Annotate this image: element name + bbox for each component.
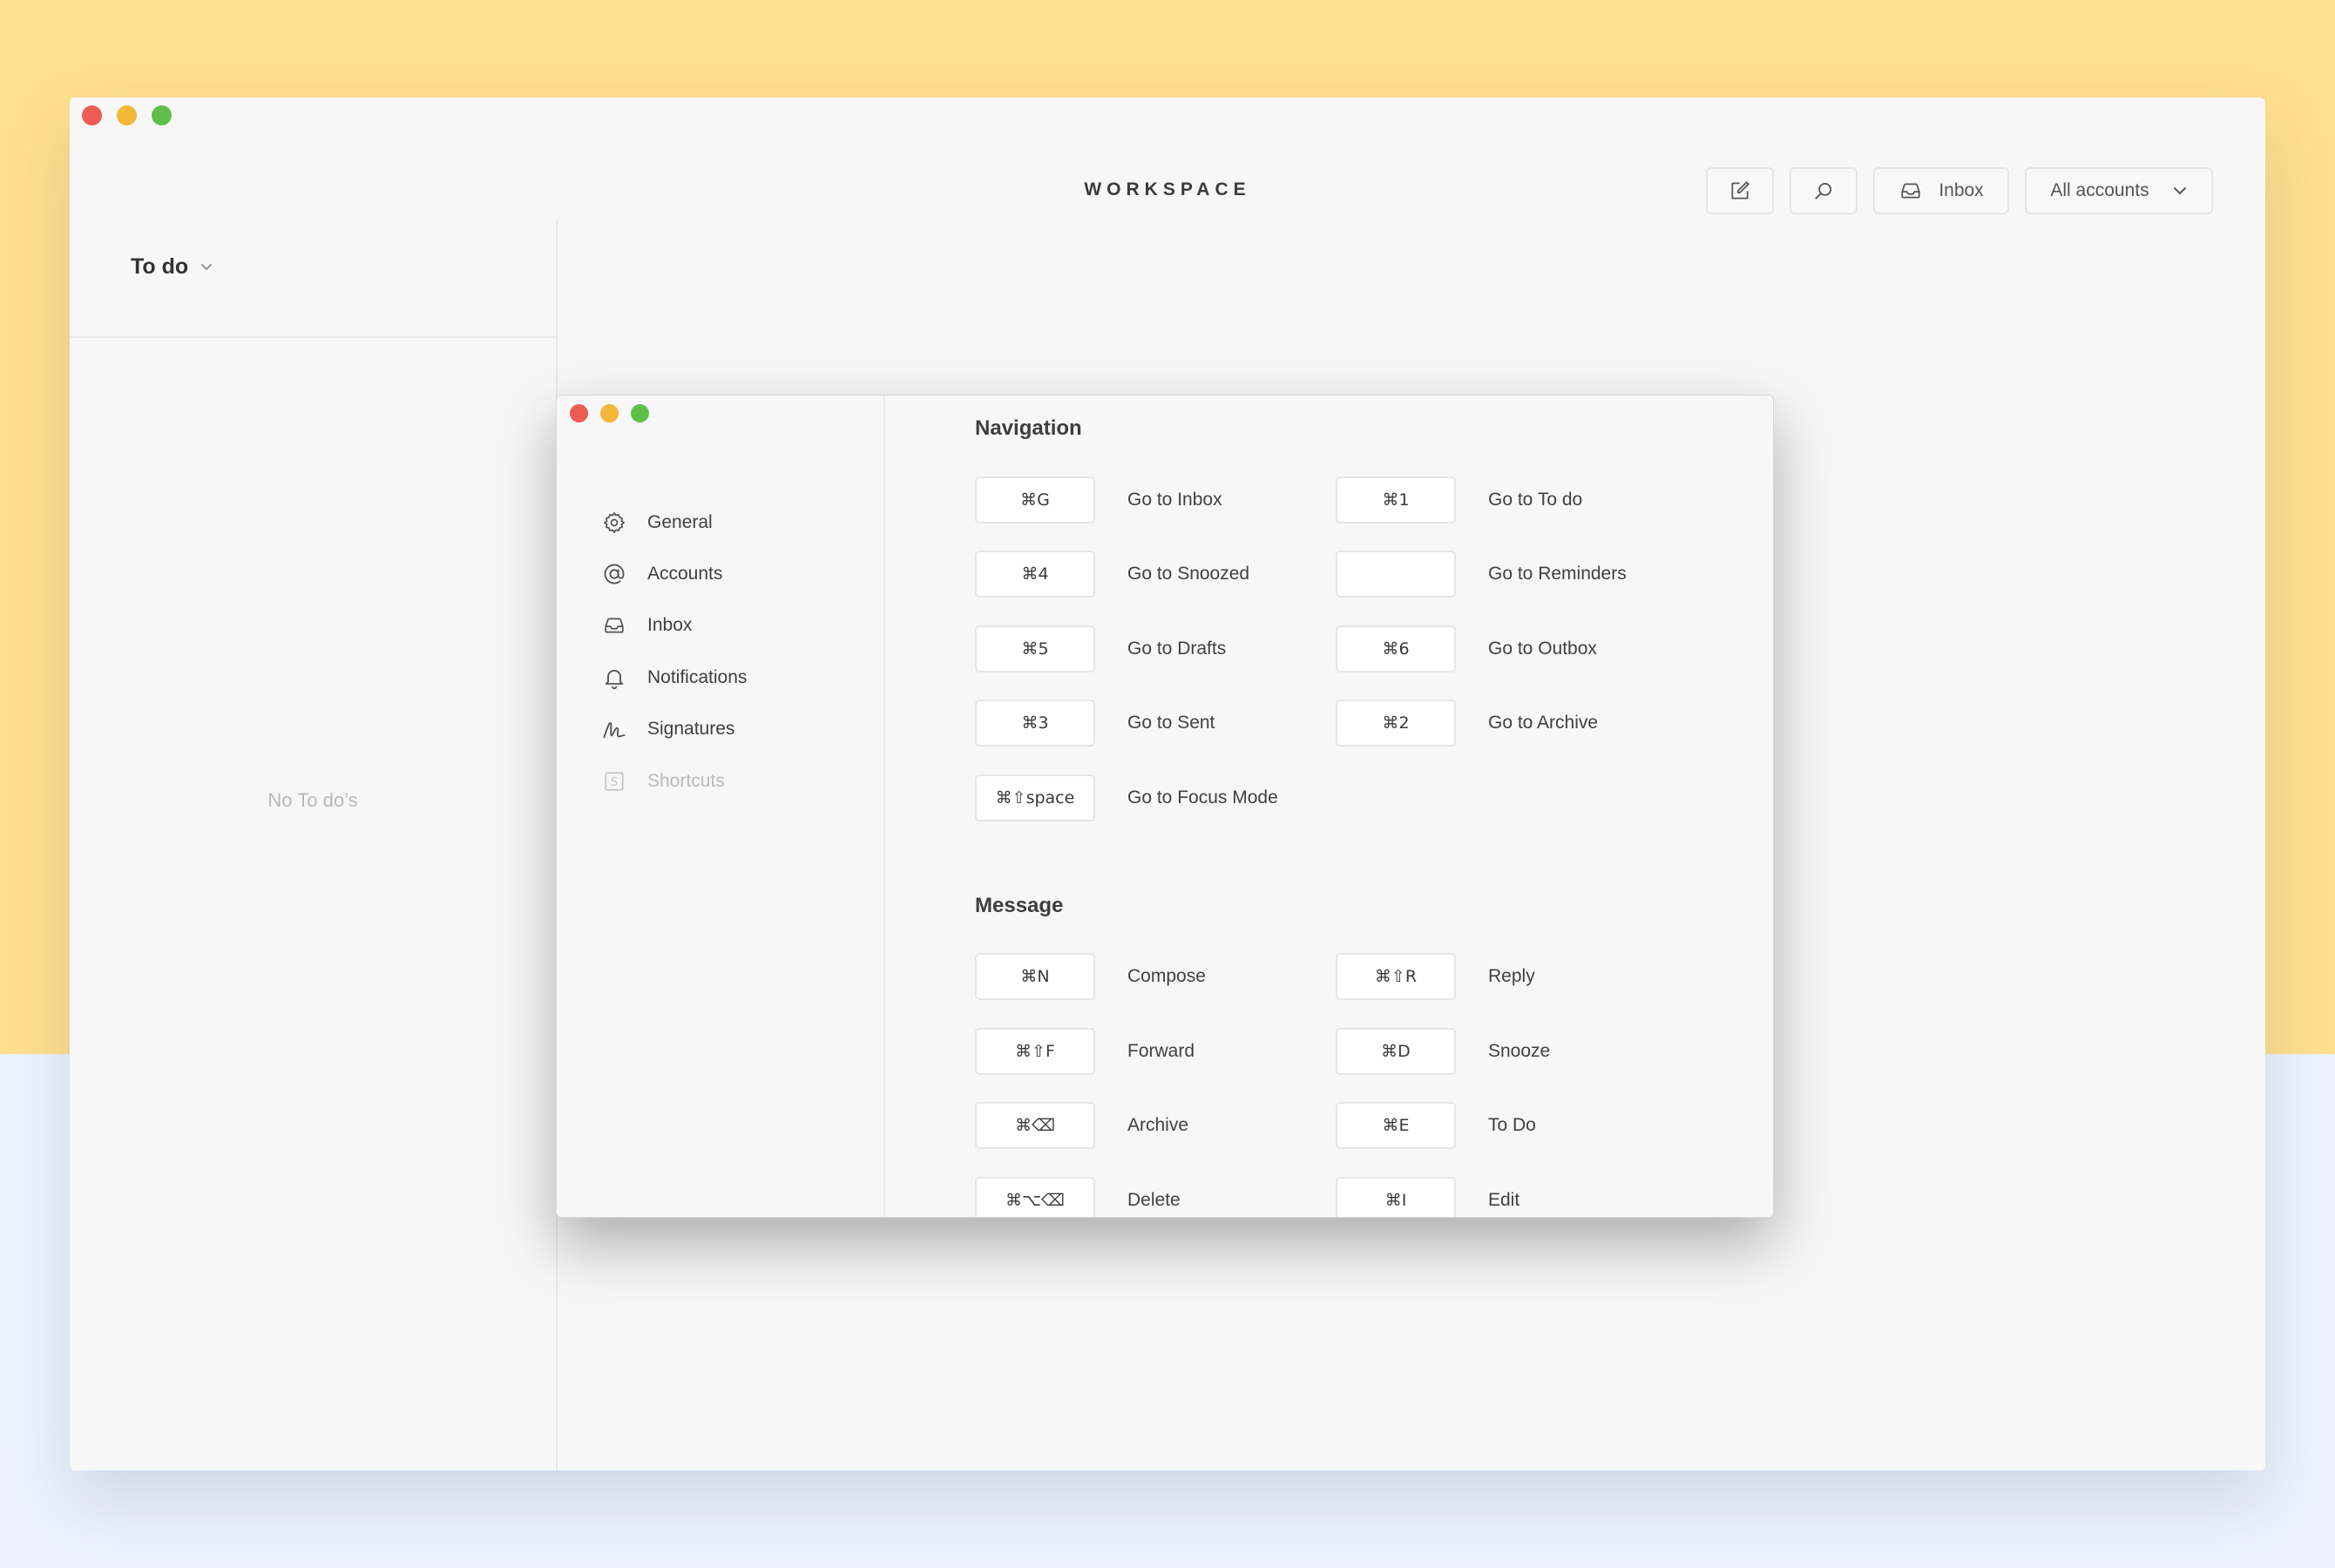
accounts-dropdown[interactable]: All accounts [2025,167,2213,214]
shortcut-row: ⌘⇧space Go to Focus Mode [975,774,1724,821]
shortcut-key[interactable]: ⌘4 [975,551,1095,598]
signature-icon [600,715,628,743]
shortcut-key[interactable]: ⌘5 [975,625,1095,672]
shortcut-label: To Do [1488,1115,1536,1135]
shortcut-row: ⌘4 Go to Snoozed Go to Reminders [975,551,1724,598]
shortcut-icon: S [600,767,628,795]
shortcut-row: ⌘5 Go to Drafts ⌘6 Go to Outbox [975,625,1724,672]
shortcut-label: Edit [1488,1190,1520,1210]
shortcut-label: Go to Sent [1127,713,1215,733]
shortcut-row: ⌘⇧F Forward ⌘D Snooze [975,1028,1724,1075]
at-icon [600,560,628,588]
shortcut-key[interactable]: ⌘⌫ [975,1102,1095,1149]
section-title-message: Message [975,894,1064,917]
shortcut-label: Go to Archive [1488,713,1599,733]
toolbar: Inbox All accounts [1706,167,2213,214]
shortcut-row: ⌘3 Go to Sent ⌘2 Go to Archive [975,700,1724,747]
nav-item-signatures[interactable]: Signatures [600,704,747,755]
window-controls [82,105,172,125]
shortcut-label: Go to Focus Mode [1127,787,1278,808]
nav-item-general[interactable]: General [600,497,747,548]
shortcut-key[interactable]: ⌘⌥⌫ [975,1177,1095,1217]
shortcut-key[interactable]: ⌘⇧space [975,774,1095,821]
nav-item-label: Inbox [647,615,693,636]
shortcut-label: Go to Inbox [1127,490,1222,510]
accounts-dropdown-label: All accounts [2050,180,2149,200]
shortcut-row: ⌘G Go to Inbox ⌘1 Go to To do [975,476,1724,524]
inbox-icon [600,612,628,639]
minimize-window-button[interactable] [117,105,137,125]
shortcut-key[interactable]: ⌘G [975,476,1095,524]
chevron-down-icon [199,262,214,273]
shortcut-key[interactable]: ⌘N [975,953,1095,1000]
shortcut-key[interactable]: ⌘6 [1336,625,1456,672]
todo-pane: To do No To do’s [70,220,558,1470]
compose-icon [1729,179,1751,202]
empty-state-text: No To do’s [267,789,358,811]
shortcut-label: Forward [1127,1041,1195,1061]
preferences-sidebar: General Accounts Inbox Notifications Sig… [557,395,885,1217]
preferences-window: General Accounts Inbox Notifications Sig… [556,395,1774,1218]
divider [70,336,556,338]
shortcut-label: Archive [1127,1115,1189,1135]
shortcut-key[interactable]: ⌘D [1336,1028,1456,1075]
inbox-button-label: Inbox [1939,180,1984,200]
compose-button[interactable] [1706,167,1774,214]
nav-item-label: Shortcuts [647,770,725,791]
inbox-icon [1898,179,1923,202]
search-icon [1812,179,1835,202]
todo-header-label: To do [131,254,189,279]
shortcut-label: Go to Snoozed [1127,564,1250,584]
shortcut-key[interactable]: ⌘3 [975,700,1095,747]
nav-item-notifications[interactable]: Notifications [600,652,747,703]
shortcuts-panel: Navigation ⌘G Go to Inbox ⌘1 Go to To do… [975,395,1759,1217]
search-button[interactable] [1790,167,1858,214]
shortcut-label: Snooze [1488,1041,1551,1061]
shortcut-key[interactable] [1336,551,1456,598]
gear-icon [600,509,628,537]
svg-text:S: S [611,776,618,789]
nav-item-label: Signatures [647,719,735,740]
shortcut-label: Go to To do [1488,490,1583,510]
chevron-down-icon [2172,186,2188,196]
shortcut-label: Delete [1127,1190,1181,1210]
shortcut-key[interactable]: ⌘2 [1336,700,1456,747]
shortcut-label: Go to Outbox [1488,639,1597,659]
shortcut-key[interactable]: ⌘E [1336,1102,1456,1149]
bell-icon [600,664,628,692]
inbox-button[interactable]: Inbox [1873,167,2009,214]
shortcut-label: Go to Reminders [1488,564,1627,584]
shortcut-key[interactable]: ⌘⇧F [975,1028,1095,1075]
shortcut-row: ⌘⌫ Archive ⌘E To Do [975,1102,1724,1149]
shortcut-label: Compose [1127,966,1206,986]
section-title-navigation: Navigation [975,416,1082,440]
todo-list-selector[interactable]: To do [131,254,214,280]
zoom-window-button[interactable] [152,105,172,125]
nav-item-label: Notifications [647,666,748,687]
nav-item-label: Accounts [647,564,723,585]
shortcut-row: ⌘N Compose ⌘⇧R Reply [975,953,1724,1000]
shortcut-label: Reply [1488,966,1535,986]
nav-item-shortcuts[interactable]: S Shortcuts [600,755,747,807]
shortcut-key[interactable]: ⌘⇧R [1336,953,1456,1000]
nav-item-inbox[interactable]: Inbox [600,600,747,652]
shortcut-row: ⌘⌥⌫ Delete ⌘I Edit [975,1177,1724,1217]
shortcut-key[interactable]: ⌘1 [1336,476,1456,524]
close-window-button[interactable] [82,105,102,125]
preferences-nav: General Accounts Inbox Notifications Sig… [600,497,747,807]
shortcut-label: Go to Drafts [1127,639,1227,659]
shortcut-key[interactable]: ⌘I [1336,1177,1456,1217]
nav-item-accounts[interactable]: Accounts [600,548,747,599]
nav-item-label: General [647,511,713,532]
